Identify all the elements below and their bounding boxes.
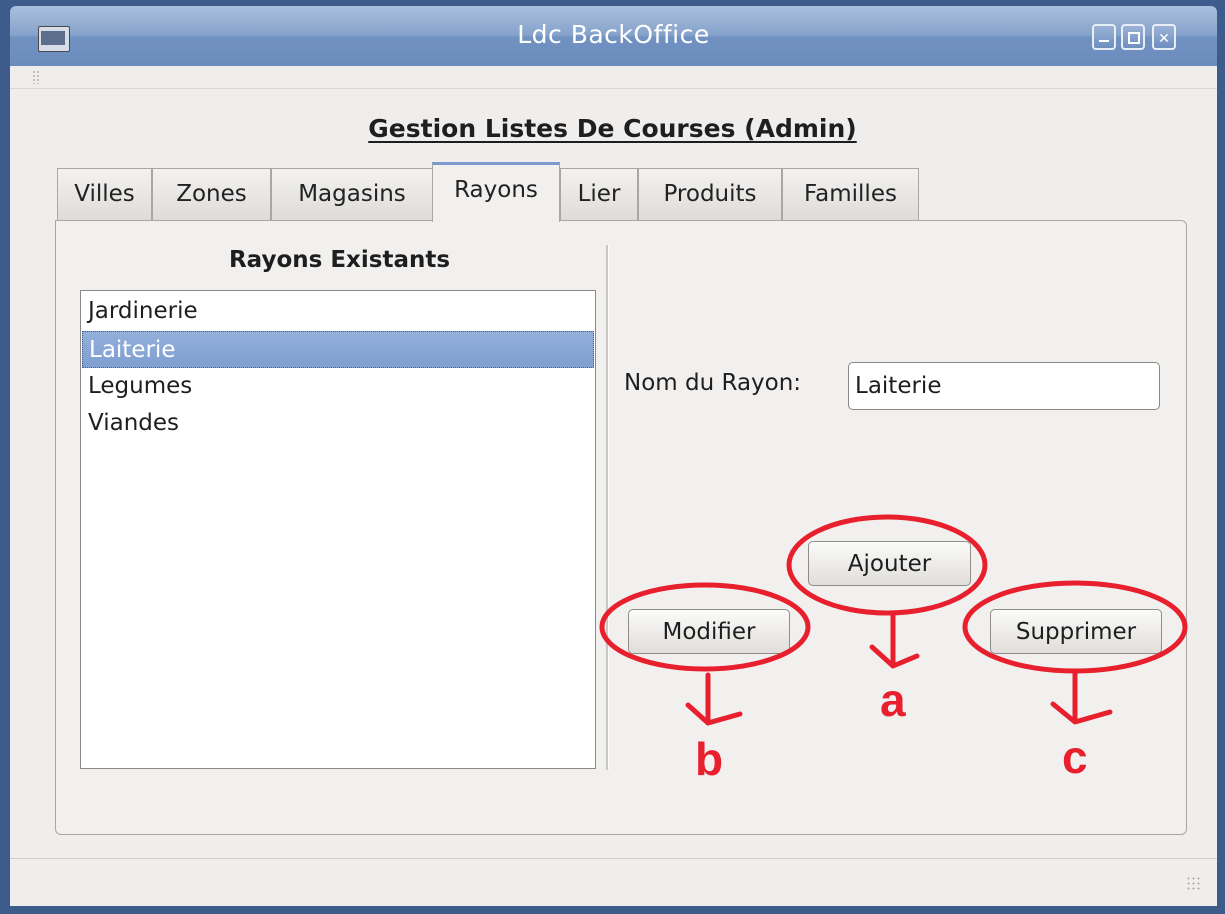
list-item[interactable]: Jardinerie bbox=[82, 293, 594, 330]
window-title: Ldc BackOffice bbox=[517, 20, 710, 49]
minimize-button[interactable] bbox=[1092, 24, 1116, 50]
toolbar-divider bbox=[10, 88, 1217, 89]
annotation-label-c: c bbox=[1062, 731, 1088, 783]
tab-lier[interactable]: Lier bbox=[560, 168, 638, 220]
list-item-selected[interactable]: Laiterie bbox=[82, 331, 594, 368]
annotation-label-a: a bbox=[880, 674, 906, 726]
ajouter-button[interactable]: Ajouter bbox=[808, 541, 971, 586]
modifier-button[interactable]: Modifier bbox=[628, 609, 790, 654]
tab-magasins[interactable]: Magasins bbox=[271, 168, 433, 220]
tab-familles[interactable]: Familles bbox=[782, 168, 919, 220]
close-button[interactable] bbox=[1152, 24, 1176, 50]
rayons-listbox[interactable]: Jardinerie Laiterie Legumes Viandes bbox=[80, 290, 596, 769]
tab-rayons[interactable]: Rayons bbox=[432, 162, 560, 222]
annotation-label-b: b bbox=[695, 733, 724, 785]
panel-separator bbox=[606, 245, 609, 770]
list-item[interactable]: Viandes bbox=[82, 405, 594, 442]
tab-produits[interactable]: Produits bbox=[638, 168, 782, 220]
rayon-name-input[interactable] bbox=[848, 362, 1160, 410]
title-bar[interactable]: Ldc BackOffice bbox=[10, 6, 1217, 66]
resize-grip-icon[interactable] bbox=[1186, 876, 1202, 892]
list-item[interactable]: Legumes bbox=[82, 368, 594, 405]
tab-villes[interactable]: Villes bbox=[57, 168, 152, 220]
tab-zones[interactable]: Zones bbox=[152, 168, 271, 220]
list-title: Rayons Existants bbox=[228, 247, 451, 273]
toolbar-grip-handle[interactable] bbox=[32, 70, 40, 84]
page-heading: Gestion Listes De Courses (Admin) bbox=[368, 114, 857, 143]
rayon-name-label: Nom du Rayon: bbox=[624, 370, 802, 396]
supprimer-button[interactable]: Supprimer bbox=[990, 609, 1162, 654]
status-bar-divider bbox=[10, 858, 1217, 859]
maximize-button[interactable] bbox=[1121, 24, 1145, 50]
